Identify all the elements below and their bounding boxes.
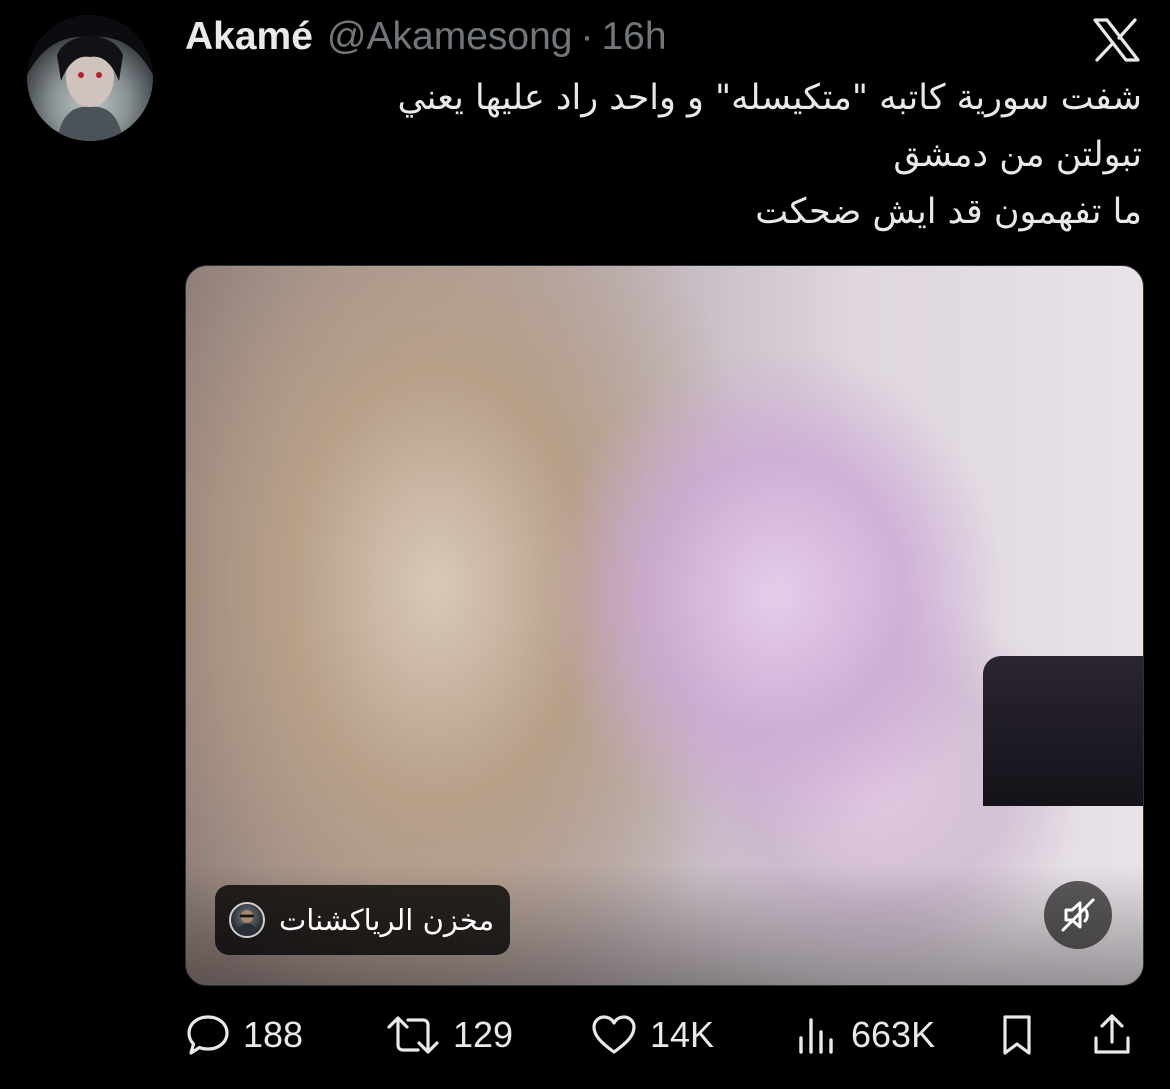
repost-button[interactable]: 129 (385, 1007, 513, 1063)
tweet-header: Akamé @Akamesong · 16h (185, 14, 667, 60)
author-handle[interactable]: @Akamesong (327, 15, 573, 59)
tweet-text: شفت سورية كاتبه "متكيسله" و واحد راد علي… (202, 70, 1142, 241)
tweet-text-line: ما تفهمون قد ايش ضحكت (755, 192, 1142, 232)
tweet-text-line: تبولتن من دمشق (893, 135, 1142, 175)
views-count: 663K (851, 1014, 936, 1055)
source-avatar (229, 902, 265, 938)
reply-icon (187, 1015, 229, 1055)
repost-icon (387, 1016, 439, 1054)
video-background-desk (983, 656, 1143, 806)
share-icon (1094, 1014, 1130, 1054)
like-button[interactable]: 14K (590, 1007, 714, 1063)
mute-button[interactable] (1044, 881, 1112, 949)
reply-button[interactable]: 188 (185, 1007, 303, 1063)
bookmark-button[interactable] (997, 1007, 1037, 1063)
speaker-muted-icon (1061, 898, 1095, 932)
video-source-pill[interactable]: مخزن الرياكشنات (215, 885, 511, 955)
like-count: 14K (650, 1014, 715, 1055)
repost-count: 129 (453, 1014, 514, 1055)
tweet-actions: 188 129 14K 663K (185, 1007, 1140, 1063)
tweet-text-line: شفت سورية كاتبه "متكيسله" و واحد راد علي… (397, 78, 1142, 118)
tweet-video[interactable]: مخزن الرياكشنات (185, 265, 1144, 986)
author-avatar[interactable] (27, 15, 153, 141)
views-button[interactable]: 663K (795, 1007, 935, 1063)
bookmark-icon (1003, 1015, 1031, 1055)
x-logo-icon (1092, 18, 1140, 62)
share-button[interactable] (1090, 1007, 1134, 1063)
tweet-timestamp[interactable]: 16h (601, 15, 666, 59)
author-display-name[interactable]: Akamé (185, 15, 313, 59)
header-separator: · (580, 15, 594, 58)
like-icon (592, 1015, 636, 1054)
video-source-name: مخزن الرياكشنات (279, 903, 495, 937)
reply-count: 188 (243, 1014, 304, 1055)
views-icon (799, 1018, 833, 1054)
